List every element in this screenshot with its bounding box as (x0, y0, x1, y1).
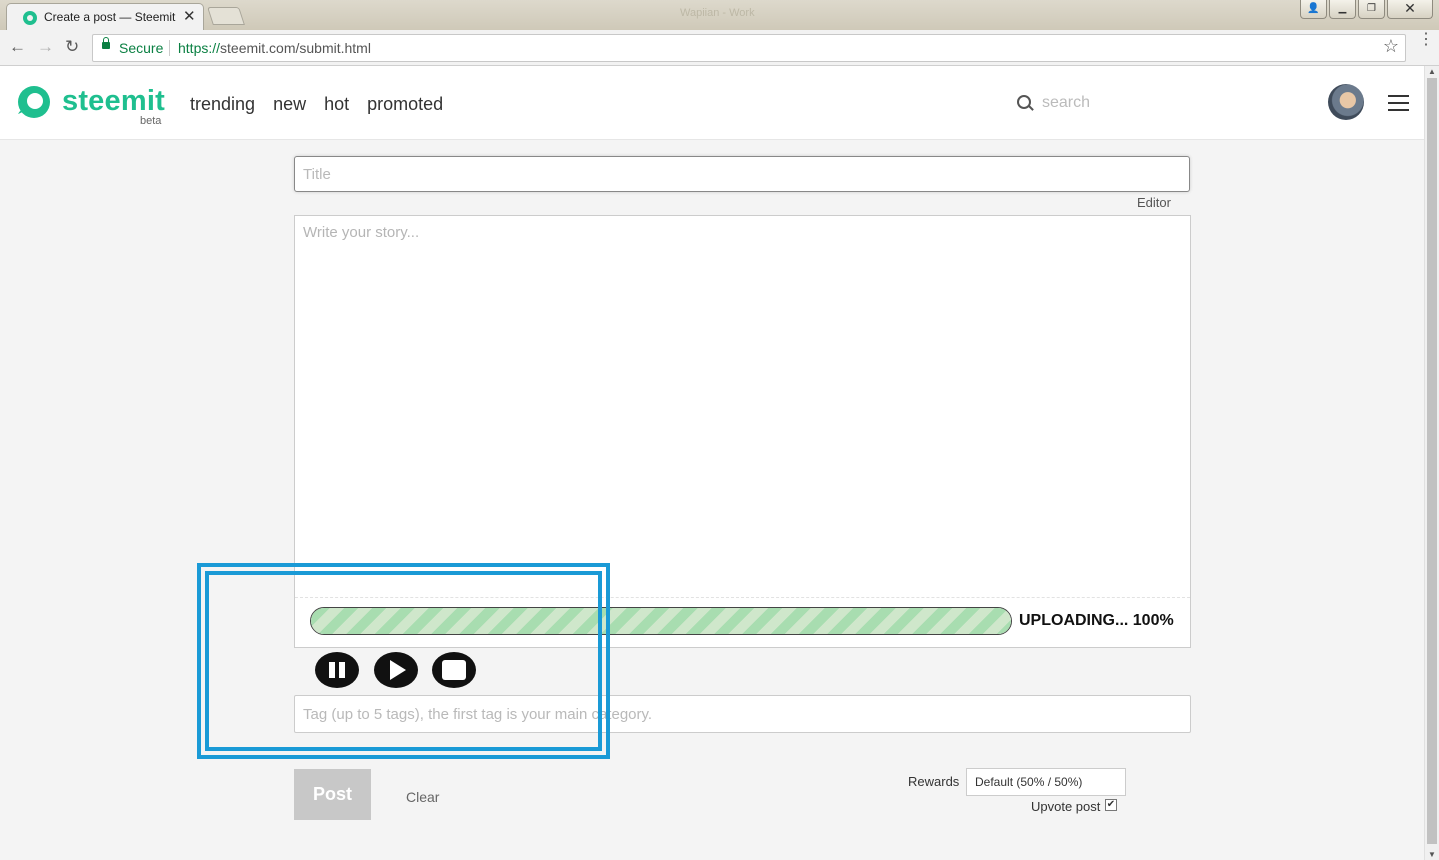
nav-trending[interactable]: trending (190, 94, 255, 115)
browser-menu-icon[interactable]: ⋮ (1418, 32, 1434, 48)
upvote-label: Upvote post (1031, 799, 1101, 814)
browser-tabstrip: Create a post — Steemit ✕ Wapiian - Work… (0, 0, 1439, 31)
search-input[interactable] (1040, 90, 1244, 116)
back-icon[interactable]: ← (9, 37, 26, 57)
logo-beta: beta (140, 115, 162, 127)
site-header: steemit beta trending new hot promoted (0, 66, 1424, 140)
story-textarea[interactable] (303, 224, 1183, 584)
window-close-button[interactable]: ✕ (1387, 0, 1433, 19)
browser-toolbar: ← → ↻ Secure https://steemit.com/submit.… (0, 30, 1439, 66)
hamburger-menu-icon[interactable] (1388, 95, 1409, 112)
logo-text[interactable]: steemit (62, 85, 165, 118)
nav-new[interactable]: new (273, 94, 306, 115)
page: steemit beta trending new hot promoted E… (0, 66, 1424, 860)
upvote-checkbox[interactable]: ✔ (1105, 799, 1117, 811)
lock-icon (102, 37, 110, 49)
steemit-logo-icon[interactable] (14, 83, 52, 121)
highlight-box-inner (205, 571, 602, 751)
omnibox-divider (169, 40, 170, 56)
window-controls: 👤 ▁ ❐ ✕ (1300, 0, 1433, 20)
search-icon[interactable] (1017, 95, 1031, 109)
reload-icon[interactable]: ↻ (65, 37, 79, 57)
user-icon[interactable]: 👤 (1300, 0, 1327, 19)
forward-icon[interactable]: → (37, 37, 54, 57)
scroll-down-icon[interactable]: ▼ (1428, 850, 1436, 859)
upload-status-label: UPLOADING... 100% (1019, 612, 1174, 629)
scroll-thumb[interactable] (1427, 78, 1437, 844)
nav-promoted[interactable]: promoted (367, 94, 443, 115)
url-scheme: https:// (178, 40, 221, 56)
rewards-label: Rewards (908, 774, 960, 789)
tab-title: Create a post — Steemit (44, 10, 176, 24)
address-bar[interactable]: Secure https://steemit.com/submit.html ☆ (92, 34, 1406, 62)
url-text[interactable]: https://steemit.com/submit.html (178, 40, 371, 56)
nav-hot[interactable]: hot (324, 94, 349, 115)
post-button[interactable]: Post (294, 769, 371, 820)
maximize-button[interactable]: ❐ (1358, 0, 1385, 19)
steemit-favicon-icon (23, 11, 37, 25)
title-input[interactable] (294, 156, 1190, 192)
secure-label: Secure (119, 40, 164, 56)
editor-toggle-link[interactable]: Editor (1137, 195, 1171, 210)
clear-button[interactable]: Clear (406, 789, 439, 805)
new-tab-button[interactable] (207, 7, 245, 25)
avatar[interactable] (1328, 84, 1364, 120)
tab-close-icon[interactable]: ✕ (183, 7, 196, 25)
scroll-up-icon[interactable]: ▲ (1428, 67, 1436, 76)
window-title: Wapiian - Work (680, 7, 755, 19)
rewards-select[interactable]: Default (50% / 50%) (966, 768, 1126, 796)
bookmark-star-icon[interactable]: ☆ (1383, 36, 1399, 57)
browser-tab[interactable]: Create a post — Steemit ✕ (6, 3, 204, 31)
url-path: steemit.com/submit.html (220, 40, 371, 56)
main-nav: trending new hot promoted (190, 94, 443, 115)
page-scrollbar[interactable]: ▲ ▼ (1424, 66, 1439, 860)
minimize-button[interactable]: ▁ (1329, 0, 1356, 19)
